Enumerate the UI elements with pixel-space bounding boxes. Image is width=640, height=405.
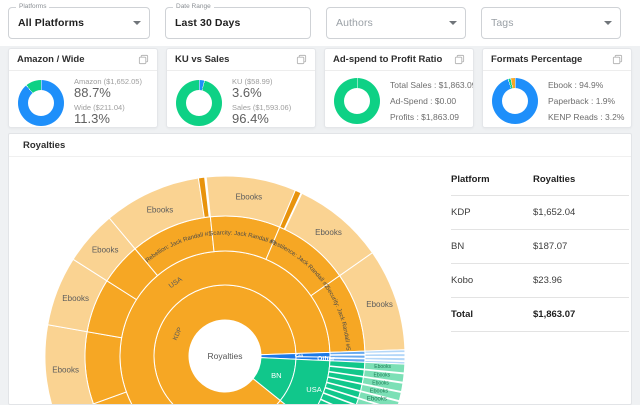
donut-formats: [492, 78, 538, 124]
col-platform: Platform: [451, 174, 533, 185]
authors-placeholder: Authors: [336, 17, 373, 29]
sunburst-label: Ebooks: [52, 365, 79, 374]
dashboard-page: { "filters": [ {"label": "Platforms", "v…: [0, 0, 640, 400]
platform-cell: KDP: [451, 207, 533, 218]
tags-select[interactable]: Tags: [481, 7, 621, 39]
table-header-row: Platform Royalties: [451, 170, 629, 196]
stat-line: Total Sales : $1,863.09: [390, 77, 474, 93]
sunburst-label: Ebooks: [315, 228, 342, 237]
royalties-panel: Royalties KDPBNUSACanOtherUSARebellion: …: [8, 133, 632, 405]
sunburst-label: USA: [306, 385, 321, 394]
sunburst-label: Ebooks: [373, 372, 390, 378]
date-range-value: Last 30 Days: [175, 17, 240, 29]
stat-value: 88.7%: [74, 86, 142, 100]
sunburst-label: Ebooks: [62, 294, 89, 303]
donut-amazon-wide: [18, 80, 64, 126]
platforms-select[interactable]: Platforms All Platforms: [8, 7, 150, 39]
stat-line: Ad-Spend : $0.00: [390, 93, 474, 109]
sunburst-label: Other: [317, 355, 335, 362]
date-range-label: Date Range: [173, 3, 214, 11]
platform-cell: Kobo: [451, 275, 533, 286]
platform-cell: BN: [451, 241, 533, 252]
card-title: Amazon / Wide: [17, 54, 84, 65]
card-title: KU vs Sales: [175, 54, 229, 65]
sunburst-label: Ebooks: [92, 245, 119, 254]
copy-icon[interactable]: [612, 54, 623, 65]
sunburst-label: Ebooks: [374, 364, 391, 370]
sunburst-segment[interactable]: [85, 332, 126, 404]
royalties-panel-header: Royalties: [9, 134, 631, 157]
sunburst-label: Ebooks: [370, 389, 389, 395]
donut-ku-vs-sales: [176, 80, 222, 126]
caret-down-icon: [449, 21, 457, 25]
table-total-row: Total $1,863.07: [451, 298, 629, 332]
platforms-label: Platforms: [16, 3, 49, 11]
sunburst-center-label: Royalties: [208, 351, 243, 361]
card-amazon-wide: Amazon / Wide Amazon ($1,652.05) 88.7% W…: [8, 48, 158, 128]
sunburst-label: Ebooks: [235, 192, 262, 201]
sunburst-label: Ebooks: [372, 380, 389, 386]
filter-bar: Platforms All Platforms Date Range Last …: [0, 0, 640, 46]
total-label-cell: Total: [451, 309, 533, 320]
royalty-cell: $23.96: [533, 275, 629, 286]
copy-icon[interactable]: [454, 54, 465, 65]
caret-down-icon: [604, 21, 612, 25]
authors-select[interactable]: Authors: [326, 7, 466, 39]
royalty-cell: $187.07: [533, 241, 629, 252]
total-value-cell: $1,863.07: [533, 309, 629, 320]
caret-down-icon: [133, 21, 141, 25]
platforms-value: All Platforms: [18, 17, 84, 29]
table-row: KDP $1,652.04: [451, 196, 629, 230]
copy-icon[interactable]: [296, 54, 307, 65]
stat-line: Profits : $1,863.09: [390, 109, 474, 125]
donut-adspend-profit: [334, 78, 380, 124]
card-adspend-profit: Ad-spend to Profit Ratio Total Sales : $…: [324, 48, 474, 128]
sunburst-label: Can: [295, 353, 304, 358]
card-title: Ad-spend to Profit Ratio: [333, 54, 442, 65]
stat-cards-row: Amazon / Wide Amazon ($1,652.05) 88.7% W…: [8, 48, 632, 128]
sunburst-segment[interactable]: [330, 351, 365, 355]
tags-placeholder: Tags: [491, 17, 514, 29]
stat-line: Paperback : 1.9%: [548, 93, 624, 109]
stat-value: 11.3%: [74, 112, 142, 126]
card-title: Formats Percentage: [491, 54, 582, 65]
copy-icon[interactable]: [138, 54, 149, 65]
royalties-sunburst-chart[interactable]: KDPBNUSACanOtherUSARebellion: Jack Randa…: [9, 156, 449, 405]
panel-title: Royalties: [23, 140, 65, 151]
table-row: Kobo $23.96: [451, 264, 629, 298]
stat-line: KENP Reads : 3.2%: [548, 109, 624, 125]
sunburst-label: Ebooks: [366, 300, 393, 309]
royalties-table: Platform Royalties KDP $1,652.04 BN $187…: [451, 170, 629, 332]
date-range-input[interactable]: Date Range Last 30 Days: [165, 7, 311, 39]
card-formats-percentage: Formats Percentage Ebook : 94.9% Paperba…: [482, 48, 632, 128]
sunburst-segment[interactable]: [365, 353, 405, 356]
royalty-cell: $1,652.04: [533, 207, 629, 218]
sunburst-label: BN: [271, 371, 281, 380]
card-ku-vs-sales: KU vs Sales KU ($58.99) 3.6% Sales ($1,5…: [166, 48, 316, 128]
stat-value: 3.6%: [232, 86, 291, 100]
sunburst-segment[interactable]: [330, 355, 365, 358]
sunburst-label: Ebooks: [147, 205, 174, 214]
table-row: BN $187.07: [451, 230, 629, 264]
stat-line: Ebook : 94.9%: [548, 77, 624, 93]
col-royalties: Royalties: [533, 174, 629, 185]
stat-value: 96.4%: [232, 112, 291, 126]
